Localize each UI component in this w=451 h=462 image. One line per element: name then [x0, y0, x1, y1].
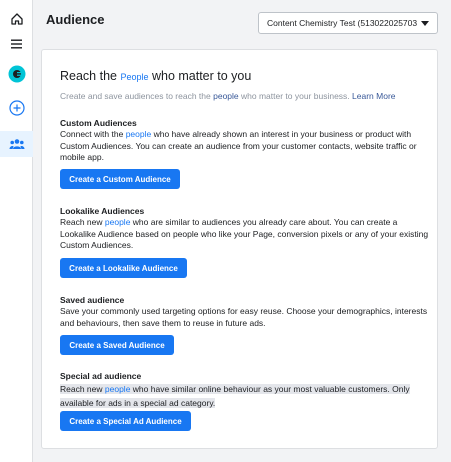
ad-account-selected-value: Content Chemistry Test (513022025703	[267, 18, 417, 28]
ad-account-selector[interactable]: Content Chemistry Test (513022025703	[258, 12, 438, 34]
custom-audience-description: Connect with the people who have already…	[60, 129, 430, 164]
sub-prefix: Create and save audiences to reach the	[60, 91, 214, 101]
special-ad-audience-section: Special ad audience Reach new people who…	[60, 370, 430, 409]
menu-button[interactable]	[0, 31, 33, 57]
special-ad-audience-description: Reach new people who have similar online…	[60, 382, 430, 409]
left-nav-sidebar	[0, 0, 33, 462]
card-headline: Reach the People who matter to you	[60, 69, 251, 83]
create-lookalike-audience-button[interactable]: Create a Lookalike Audience	[60, 258, 187, 278]
create-button[interactable]	[0, 95, 33, 121]
home-button[interactable]	[0, 6, 33, 32]
lookalike-body-highlight: people	[104, 217, 131, 227]
account-avatar-button[interactable]	[0, 61, 33, 87]
sub-suffix: who matter to your business.	[238, 91, 350, 101]
special-body-a: Reach new	[60, 384, 105, 394]
create-custom-audience-button[interactable]: Create a Custom Audience	[60, 169, 180, 189]
account-avatar-icon	[8, 65, 25, 83]
headline-highlight: People	[120, 72, 149, 82]
saved-audience-section: Saved audience Save your commonly used t…	[60, 294, 430, 329]
saved-audience-description: Save your commonly used targeting option…	[60, 306, 428, 328]
custom-body-a: Connect with the	[60, 129, 126, 139]
special-ad-audience-title: Special ad audience	[60, 371, 142, 381]
card-subheading: Create and save audiences to reach the p…	[60, 91, 396, 101]
special-description-box: Reach new people who have similar online…	[60, 384, 410, 408]
custom-body-highlight: people	[125, 129, 152, 139]
audience-card: Reach the People who matter to you Creat…	[41, 49, 438, 449]
learn-more-link[interactable]: Learn More	[352, 91, 395, 101]
home-icon	[10, 13, 23, 25]
lookalike-audience-description: Reach new people who are similar to audi…	[60, 217, 430, 252]
audiences-icon	[9, 139, 24, 149]
lookalike-body-a: Reach new	[60, 217, 105, 227]
special-body-highlight: people	[104, 384, 131, 394]
headline-suffix: who matter to you	[148, 69, 252, 83]
custom-audience-title: Custom Audiences	[60, 118, 137, 128]
menu-icon	[11, 39, 22, 49]
custom-audience-section: Custom Audiences Connect with the people…	[60, 117, 430, 164]
sub-highlight: people	[213, 91, 239, 101]
lookalike-audience-section: Lookalike Audiences Reach new people who…	[60, 205, 430, 252]
chevron-down-icon	[421, 21, 429, 26]
headline-prefix: Reach the	[60, 69, 121, 83]
add-icon	[8, 100, 25, 116]
lookalike-audience-title: Lookalike Audiences	[60, 206, 145, 216]
audiences-nav-button[interactable]	[0, 131, 33, 157]
create-saved-audience-button[interactable]: Create a Saved Audience	[60, 335, 174, 355]
create-special-ad-audience-button[interactable]: Create a Special Ad Audience	[60, 411, 191, 431]
saved-audience-title: Saved audience	[60, 295, 125, 305]
page-title: Audience	[46, 12, 105, 27]
